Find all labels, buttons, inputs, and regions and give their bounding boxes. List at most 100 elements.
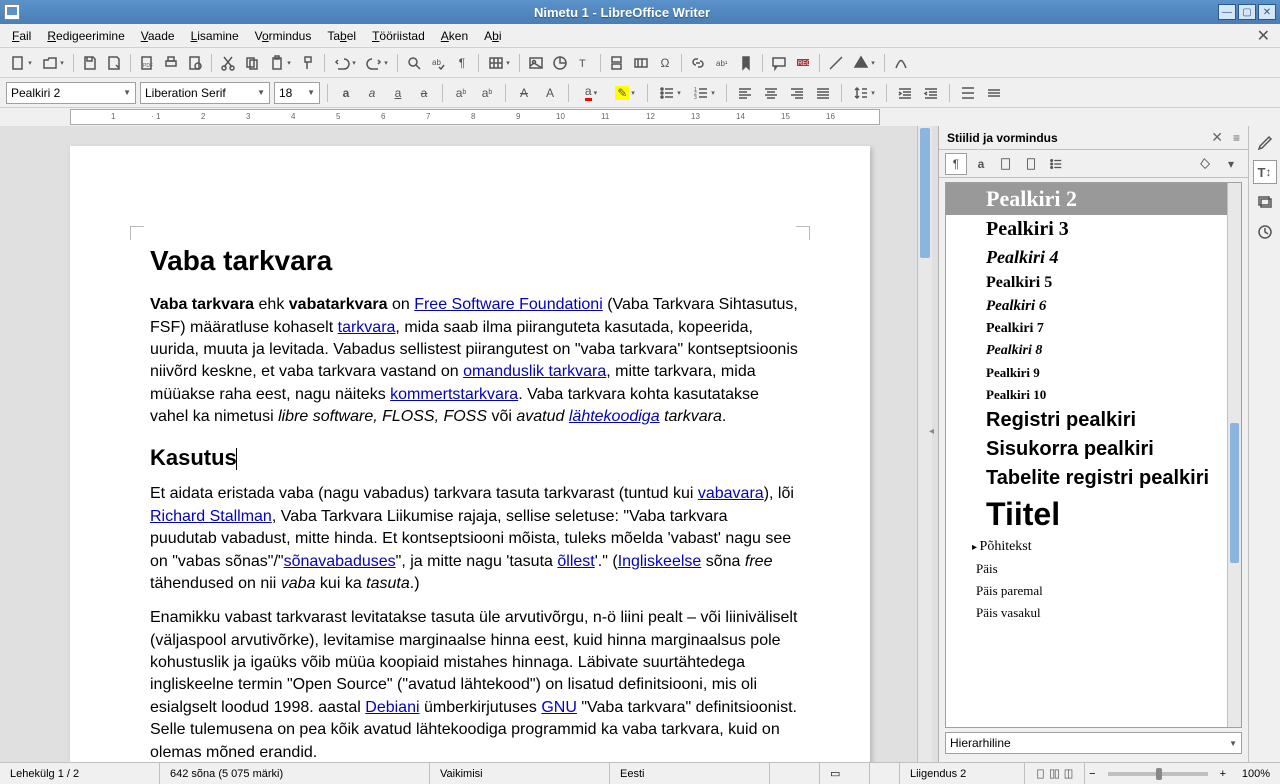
justify-button[interactable] (812, 82, 834, 104)
paragraph-styles-tab[interactable]: ¶ (945, 153, 967, 175)
undo-button[interactable] (330, 52, 360, 74)
style-item[interactable]: Põhitekst (946, 536, 1241, 558)
underline-button[interactable]: a (387, 82, 409, 104)
close-window-button[interactable]: ✕ (1258, 4, 1276, 20)
sidebar-settings-icon[interactable] (1253, 130, 1277, 154)
line-button[interactable] (825, 52, 847, 74)
insert-chart-button[interactable] (549, 52, 571, 74)
style-item[interactable]: Pealkiri 2 (946, 183, 1241, 215)
redo-button[interactable] (362, 52, 392, 74)
menu-view[interactable]: Vaade (133, 26, 183, 46)
insert-field-button[interactable] (630, 52, 652, 74)
close-document-button[interactable]: ✕ (1251, 26, 1276, 46)
style-item[interactable]: Registri pealkiri (946, 406, 1241, 435)
font-color-button[interactable]: a (576, 82, 606, 104)
menu-table[interactable]: Tabel (319, 26, 364, 46)
style-item[interactable]: Tabelite registri pealkiri (946, 464, 1241, 493)
bold-button[interactable]: a (335, 82, 357, 104)
superscript-button[interactable]: ab (450, 82, 472, 104)
menu-format[interactable]: Vormindus (247, 26, 320, 46)
italic-button[interactable]: a (361, 82, 383, 104)
clone-format-button[interactable] (297, 52, 319, 74)
style-item[interactable]: Pealkiri 6 (946, 295, 1241, 318)
sidebar-navigator-icon[interactable] (1253, 220, 1277, 244)
maximize-button[interactable]: ▢ (1238, 4, 1256, 20)
open-button[interactable] (38, 52, 68, 74)
para-spacing-inc-button[interactable] (957, 82, 979, 104)
list-styles-tab[interactable] (1045, 153, 1067, 175)
para-spacing-dec-button[interactable] (983, 82, 1005, 104)
numbering-button[interactable]: 123 (689, 82, 719, 104)
page-styles-tab[interactable] (1020, 153, 1042, 175)
track-changes-button[interactable]: REC (792, 52, 814, 74)
new-style-button[interactable]: ▾ (1220, 153, 1242, 175)
horizontal-ruler[interactable]: 1· 12 34 56 78 910 1112 1314 1516 (70, 109, 880, 125)
menu-tools[interactable]: Tööriistad (364, 26, 433, 46)
doc-vscroll[interactable] (917, 126, 932, 762)
style-item[interactable]: Sisukorra pealkiri (946, 435, 1241, 464)
strike-button[interactable]: a (413, 82, 435, 104)
frame-styles-tab[interactable] (995, 153, 1017, 175)
font-size-select[interactable]: 18▼ (274, 82, 320, 104)
style-list[interactable]: Pealkiri 2Pealkiri 3Pealkiri 4Pealkiri 5… (945, 182, 1242, 728)
style-filter-select[interactable]: Hierarhiline▼ (945, 732, 1242, 754)
comment-button[interactable] (768, 52, 790, 74)
document-area[interactable]: Vaba tarkvara Vaba tarkvara ehk vabatark… (0, 126, 932, 762)
export-pdf-button[interactable]: PDF (136, 52, 158, 74)
menu-file[interactable]: Fail (4, 26, 39, 46)
panel-splitter[interactable] (932, 126, 938, 762)
style-item[interactable]: Päis vasakul (946, 602, 1241, 624)
bookmark-button[interactable] (735, 52, 757, 74)
style-item[interactable]: Pealkiri 8 (946, 340, 1241, 362)
document-content[interactable]: Vaba tarkvara Vaba tarkvara ehk vabatark… (150, 241, 798, 762)
style-item[interactable]: Pealkiri 5 (946, 271, 1241, 295)
minimize-button[interactable]: — (1218, 4, 1236, 20)
insert-symbol-button[interactable]: Ω (654, 52, 676, 74)
find-button[interactable] (403, 52, 425, 74)
sidebar-properties-icon[interactable]: T↕ (1253, 160, 1277, 184)
style-item[interactable]: Tiitel (946, 493, 1241, 536)
line-spacing-button[interactable] (849, 82, 879, 104)
new-doc-button[interactable] (6, 52, 36, 74)
copy-button[interactable] (241, 52, 263, 74)
hyperlink-button[interactable] (687, 52, 709, 74)
menu-edit[interactable]: Redigeerimine (39, 26, 132, 46)
fill-format-button[interactable] (1195, 153, 1217, 175)
align-right-button[interactable] (786, 82, 808, 104)
styles-panel-menu-icon[interactable]: ≡ (1233, 131, 1240, 145)
align-center-button[interactable] (760, 82, 782, 104)
clear-format-button[interactable]: A (513, 82, 535, 104)
menu-window[interactable]: Aken (433, 26, 476, 46)
font-name-select[interactable]: Liberation Serif▼ (140, 82, 270, 104)
save-button[interactable] (79, 52, 101, 74)
cut-button[interactable] (217, 52, 239, 74)
style-item[interactable]: Päis (946, 558, 1241, 580)
insert-table-button[interactable] (484, 52, 514, 74)
print-button[interactable] (160, 52, 182, 74)
insert-image-button[interactable] (525, 52, 547, 74)
style-item[interactable]: Pealkiri 7 (946, 318, 1241, 340)
decrease-indent-button[interactable] (920, 82, 942, 104)
character-styles-tab[interactable]: a (970, 153, 992, 175)
paste-button[interactable] (265, 52, 295, 74)
style-item[interactable]: Pealkiri 3 (946, 215, 1241, 244)
page-break-button[interactable] (606, 52, 628, 74)
insert-textbox-button[interactable]: T (573, 52, 595, 74)
bullets-button[interactable] (655, 82, 685, 104)
print-preview-button[interactable] (184, 52, 206, 74)
increase-indent-button[interactable] (894, 82, 916, 104)
char-style-button[interactable]: A (539, 82, 561, 104)
formatting-marks-button[interactable]: ¶ (451, 52, 473, 74)
footnote-button[interactable]: ab¹ (711, 52, 733, 74)
style-item[interactable]: Pealkiri 4 (946, 244, 1241, 271)
styles-panel-close-button[interactable]: ✕ (1211, 129, 1223, 146)
style-item[interactable]: Pealkiri 9 (946, 362, 1241, 384)
menu-help[interactable]: Abi (476, 26, 509, 46)
menu-insert[interactable]: Lisamine (183, 26, 247, 46)
style-item[interactable]: Pealkiri 10 (946, 384, 1241, 406)
draw-functions-button[interactable] (890, 52, 912, 74)
shapes-button[interactable] (849, 52, 879, 74)
style-list-scroll[interactable] (1227, 183, 1241, 727)
align-left-button[interactable] (734, 82, 756, 104)
highlight-button[interactable]: ✎ (610, 82, 640, 104)
